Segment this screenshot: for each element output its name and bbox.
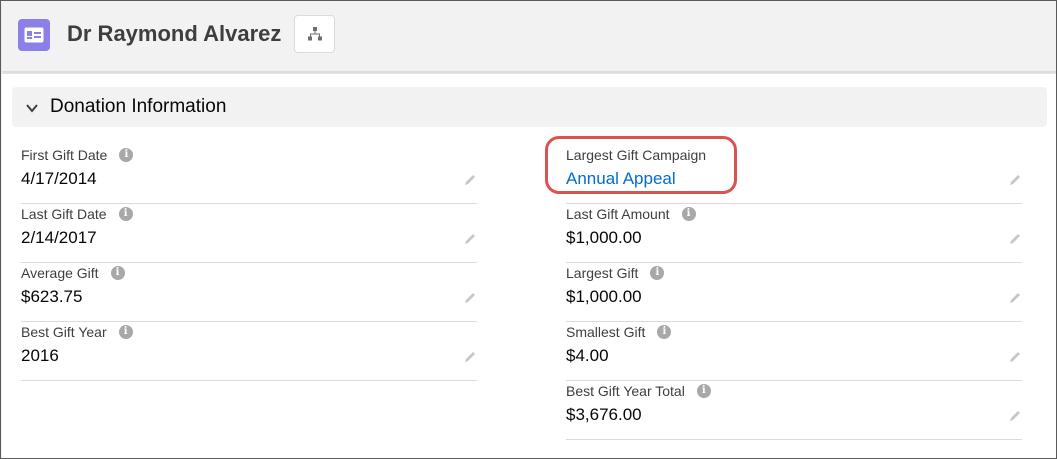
info-icon[interactable]: i	[119, 148, 134, 162]
field-value: 2016	[21, 346, 59, 365]
info-icon[interactable]: i	[118, 207, 133, 221]
field-smallest-gift: Smallest Gift i $4.00	[566, 322, 1022, 381]
field-last-gift-date: Last Gift Date i 2/14/2017	[21, 204, 477, 263]
field-best-gift-year-total: Best Gift Year Total i $3,676.00	[566, 381, 1022, 440]
section-toggle-donation-information[interactable]: Donation Information	[12, 87, 1047, 127]
page-frame: Dr Raymond Alvarez Donation Information …	[0, 0, 1057, 459]
info-icon[interactable]: i	[110, 266, 125, 280]
info-icon[interactable]: i	[650, 266, 665, 280]
record-header: Dr Raymond Alvarez	[2, 2, 1056, 72]
pencil-icon[interactable]	[1008, 173, 1022, 187]
info-icon[interactable]: i	[696, 384, 711, 398]
pencil-icon[interactable]	[463, 173, 477, 187]
page-title: Dr Raymond Alvarez	[67, 21, 282, 46]
field-largest-gift: Largest Gift i $1,000.00	[566, 263, 1022, 322]
field-first-gift-date: First Gift Date i 4/17/2014	[21, 145, 477, 204]
pencil-icon[interactable]	[1008, 291, 1022, 305]
pencil-icon[interactable]	[463, 232, 477, 246]
section-title: Donation Information	[50, 96, 227, 117]
field-label: Last Gift Amount	[566, 206, 670, 222]
highlight-callout	[545, 136, 737, 194]
field-value: 4/17/2014	[21, 169, 97, 188]
info-icon[interactable]: i	[657, 325, 672, 339]
field-label: Best Gift Year	[21, 324, 107, 340]
field-value: $3,676.00	[566, 405, 642, 424]
pencil-icon[interactable]	[1008, 232, 1022, 246]
field-value: $1,000.00	[566, 287, 642, 306]
field-value: $1,000.00	[566, 228, 642, 247]
field-label: Largest Gift	[566, 265, 639, 281]
field-label: First Gift Date	[21, 147, 108, 163]
pencil-icon[interactable]	[463, 350, 477, 364]
info-icon[interactable]: i	[118, 325, 133, 339]
chevron-down-icon	[26, 104, 38, 113]
pencil-icon[interactable]	[1008, 350, 1022, 364]
field-best-gift-year: Best Gift Year i 2016	[21, 322, 477, 381]
field-last-gift-amount: Last Gift Amount i $1,000.00	[566, 204, 1022, 263]
hierarchy-icon	[307, 27, 322, 41]
field-value: 2/14/2017	[21, 228, 97, 247]
info-icon[interactable]: i	[681, 207, 696, 221]
field-label: Best Gift Year Total	[566, 383, 685, 399]
pencil-icon[interactable]	[463, 291, 477, 305]
field-value: $4.00	[566, 346, 609, 365]
field-label: Last Gift Date	[21, 206, 107, 222]
field-average-gift: Average Gift i $623.75	[21, 263, 477, 322]
field-label: Smallest Gift	[566, 324, 646, 340]
view-hierarchy-button[interactable]	[294, 15, 335, 53]
field-label: Average Gift	[21, 265, 99, 281]
contact-card-icon	[18, 19, 50, 51]
field-value: $623.75	[21, 287, 83, 306]
pencil-icon[interactable]	[1008, 409, 1022, 423]
record-detail-panel: Donation Information First Gift Date i 4…	[2, 74, 1056, 458]
